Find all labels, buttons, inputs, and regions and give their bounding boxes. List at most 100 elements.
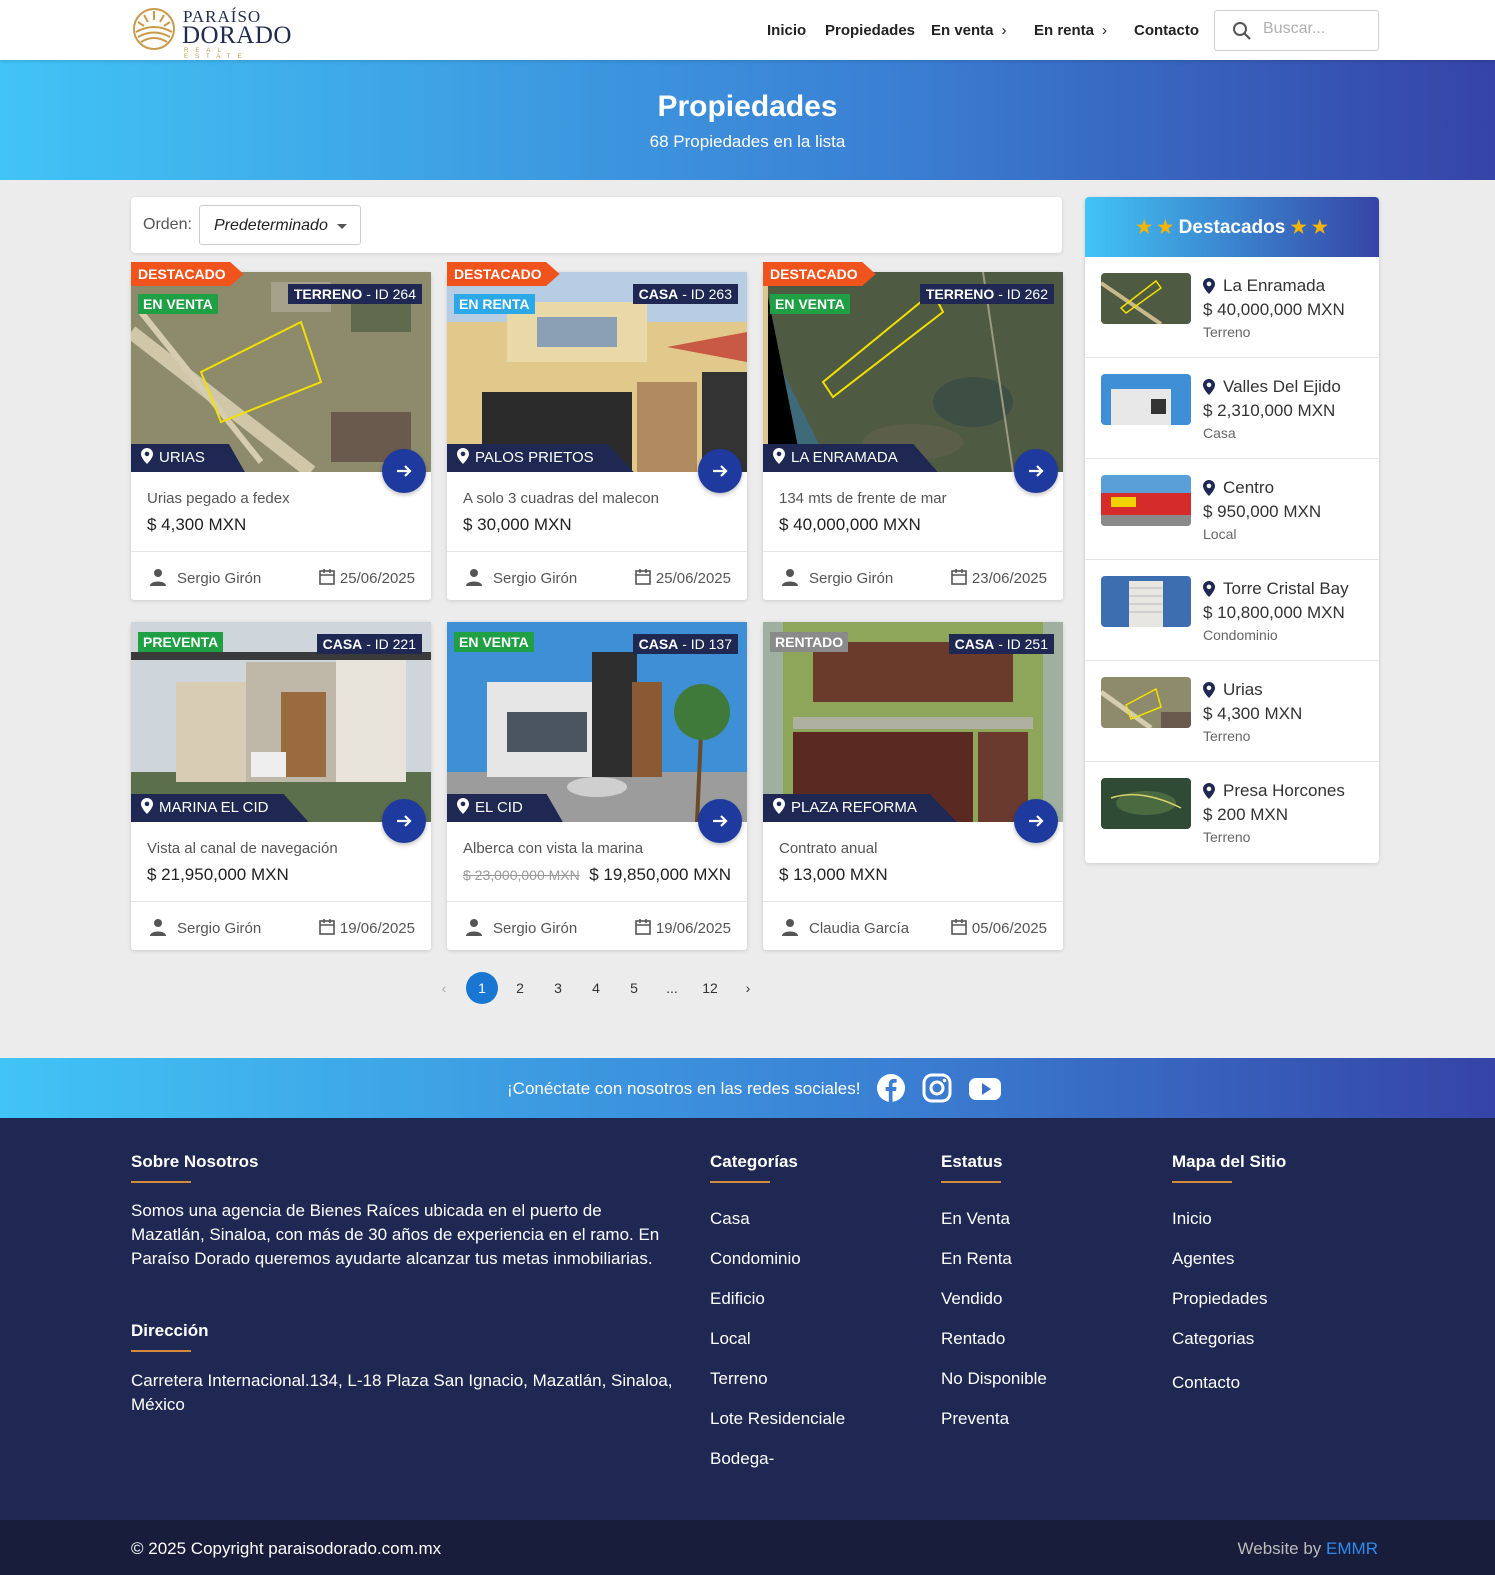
nav-en-venta[interactable]: En venta › — [931, 22, 1007, 39]
property-card[interactable]: DESTACADO EN RENTA CASA - ID 263 PALOS P… — [447, 262, 747, 600]
publish-date: 25/06/2025 — [318, 568, 415, 587]
view-property-button[interactable] — [698, 449, 742, 493]
user-icon — [782, 569, 798, 586]
card-footer: Sergio Girón 19/06/2025 — [131, 901, 431, 950]
status-badge: EN RENTA — [454, 294, 535, 314]
pagination-ellipsis: ... — [666, 980, 678, 996]
map-pin-icon — [1203, 379, 1215, 395]
card-footer: Sergio Girón 23/06/2025 — [763, 551, 1063, 600]
status-badge: RENTADO — [770, 632, 849, 652]
featured-thumbnail[interactable] — [1101, 374, 1191, 425]
view-property-button[interactable] — [1014, 449, 1058, 493]
featured-thumbnail[interactable] — [1101, 273, 1191, 324]
arrow-right-icon — [397, 465, 412, 477]
map-pin-icon — [1203, 278, 1215, 294]
order-select[interactable]: Predeterminado — [199, 205, 361, 245]
page-1[interactable]: 1 — [466, 972, 498, 1004]
featured-item[interactable]: Presa Horcones $ 200 MXN Terreno — [1085, 762, 1379, 863]
page-banner: Propiedades 68 Propiedades en la lista — [0, 60, 1495, 180]
footer-link-casa[interactable]: Casa — [710, 1209, 750, 1229]
next-page-button[interactable]: › — [732, 972, 764, 1004]
featured-thumbnail[interactable] — [1101, 475, 1191, 526]
agent: Claudia García — [781, 918, 909, 937]
status-badge: PREVENTA — [138, 632, 224, 652]
facebook-icon[interactable] — [876, 1073, 906, 1108]
agent: Sergio Girón — [149, 568, 261, 587]
prev-page-button[interactable]: ‹ — [428, 972, 460, 1004]
footer-link-preventa[interactable]: Preventa — [941, 1409, 1009, 1429]
property-card[interactable]: DESTACADO EN VENTA TERRENO - ID 264 URIA… — [131, 262, 431, 600]
footer-link-edificio[interactable]: Edificio — [710, 1289, 765, 1309]
footer-link-no-disponible[interactable]: No Disponible — [941, 1369, 1047, 1389]
view-property-button[interactable] — [382, 799, 426, 843]
footer-link-condominio[interactable]: Condominio — [710, 1249, 801, 1269]
card-footer: Sergio Girón 19/06/2025 — [447, 901, 747, 950]
featured-item[interactable]: Urias $ 4,300 MXN Terreno — [1085, 661, 1379, 762]
youtube-icon[interactable] — [969, 1073, 1001, 1108]
sun-emblem-icon — [133, 8, 175, 50]
copyright-text: © 2025 Copyright paraisodorado.com.mx — [131, 1539, 442, 1558]
property-card[interactable]: DESTACADO EN VENTA TERRENO - ID 262 LA E… — [763, 262, 1063, 600]
footer-link-en-renta[interactable]: En Renta — [941, 1249, 1012, 1269]
type-badge: TERRENO - ID 264 — [287, 284, 422, 304]
view-property-button[interactable] — [382, 449, 426, 493]
footer-link-inicio[interactable]: Inicio — [1172, 1209, 1212, 1229]
view-property-button[interactable] — [1014, 799, 1058, 843]
footer-link-en-venta[interactable]: En Venta — [941, 1209, 1010, 1229]
search-input[interactable] — [1263, 20, 1371, 38]
featured-item[interactable]: Valles Del Ejido $ 2,310,000 MXN Casa — [1085, 358, 1379, 459]
star-icon: ★ ★ — [1136, 217, 1174, 237]
footer-link-bodega[interactable]: Bodega- — [710, 1449, 774, 1469]
about-text: Somos una agencia de Bienes Raíces ubica… — [131, 1201, 660, 1268]
featured-name: Torre Cristal Bay — [1203, 579, 1349, 599]
page-4[interactable]: 4 — [580, 972, 612, 1004]
footer-link-vendido[interactable]: Vendido — [941, 1289, 1002, 1309]
property-price: $ 30,000 MXN — [463, 515, 572, 534]
nav-inicio[interactable]: Inicio — [767, 22, 806, 39]
property-description: 134 mts de frente de mar — [779, 490, 947, 507]
featured-name: Valles Del Ejido — [1203, 377, 1341, 397]
featured-item[interactable]: Centro $ 950,000 MXN Local — [1085, 459, 1379, 560]
instagram-icon[interactable] — [922, 1073, 952, 1108]
footer-link-agentes[interactable]: Agentes — [1172, 1249, 1234, 1269]
featured-ribbon: DESTACADO — [447, 262, 560, 286]
calendar-icon — [635, 919, 651, 935]
featured-item[interactable]: Torre Cristal Bay $ 10,800,000 MXN Condo… — [1085, 560, 1379, 661]
publish-date: 19/06/2025 — [634, 918, 731, 937]
property-card[interactable]: RENTADO CASA - ID 251 PLAZA REFORMA Cont… — [763, 622, 1063, 950]
property-price: $ 19,850,000 MXN — [589, 865, 731, 884]
featured-type: Local — [1203, 526, 1237, 542]
property-price: $ 21,950,000 MXN — [147, 865, 289, 884]
status-badge: EN VENTA — [770, 294, 850, 314]
featured-price: $ 2,310,000 MXN — [1203, 401, 1336, 420]
search-box[interactable] — [1214, 10, 1379, 51]
property-card[interactable]: PREVENTA CASA - ID 221 MARINA EL CID Vis… — [131, 622, 431, 950]
page-3[interactable]: 3 — [542, 972, 574, 1004]
page-12[interactable]: 12 — [694, 972, 726, 1004]
featured-thumbnail[interactable] — [1101, 677, 1191, 728]
footer-link-local[interactable]: Local — [710, 1329, 751, 1349]
nav-en-renta[interactable]: En renta › — [1034, 22, 1107, 39]
nav-contacto[interactable]: Contacto — [1134, 22, 1199, 39]
featured-thumbnail[interactable] — [1101, 576, 1191, 627]
nav-propiedades[interactable]: Propiedades — [825, 22, 915, 39]
footer-link-categorias[interactable]: Categorias — [1172, 1329, 1254, 1349]
property-description: A solo 3 cuadras del malecon — [463, 490, 659, 507]
listing-count: 68 Propiedades en la lista — [649, 132, 846, 151]
page-2[interactable]: 2 — [504, 972, 536, 1004]
calendar-icon — [319, 569, 335, 585]
footer-link-terreno[interactable]: Terreno — [710, 1369, 768, 1389]
credit-link[interactable]: EMMR — [1326, 1539, 1378, 1558]
page-5[interactable]: 5 — [618, 972, 650, 1004]
featured-thumbnail[interactable] — [1101, 778, 1191, 829]
featured-item[interactable]: La Enramada $ 40,000,000 MXN Terreno — [1085, 257, 1379, 358]
footer-link-propiedades[interactable]: Propiedades — [1172, 1289, 1267, 1309]
property-card[interactable]: EN VENTA CASA - ID 137 EL CID Alberca co… — [447, 622, 747, 950]
footer-link-rentado[interactable]: Rentado — [941, 1329, 1005, 1349]
view-property-button[interactable] — [698, 799, 742, 843]
featured-ribbon: DESTACADO — [763, 262, 876, 286]
site-footer: Sobre Nosotros Somos una agencia de Bien… — [0, 1118, 1495, 1520]
footer-link-lote[interactable]: Lote Residenciale — [710, 1409, 845, 1429]
logo[interactable]: PARAÍSO DORADO REAL ESTATE — [132, 6, 292, 60]
footer-link-contacto[interactable]: Contacto — [1172, 1373, 1240, 1393]
